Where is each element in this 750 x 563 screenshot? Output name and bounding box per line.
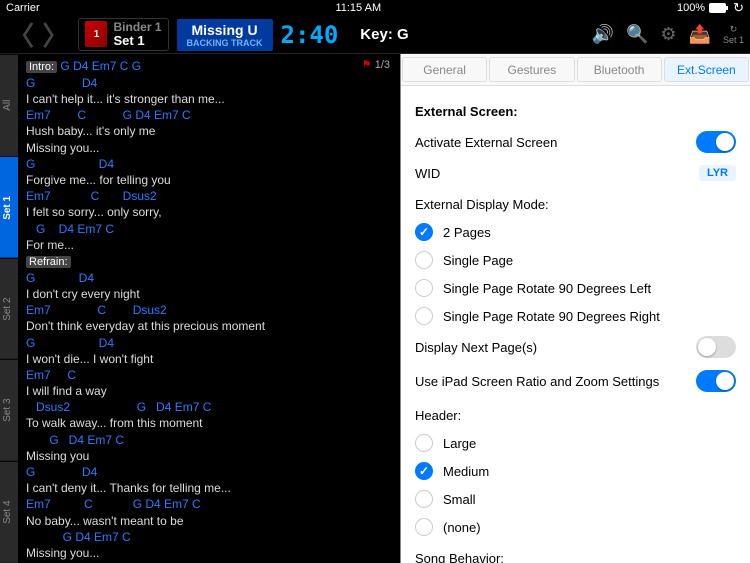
header-size-option-2[interactable]: Small xyxy=(415,485,736,513)
header-size-option-1[interactable]: Medium xyxy=(415,457,736,485)
radio-label: Small xyxy=(443,492,476,507)
next-page-label: Display Next Page(s) xyxy=(415,340,537,355)
radio-icon xyxy=(415,434,433,452)
display-mode-option-0[interactable]: 2 Pages xyxy=(415,218,736,246)
sidetab-set-4[interactable]: Set 4 xyxy=(0,461,18,563)
radio-icon xyxy=(415,251,433,269)
radio-label: Single Page Rotate 90 Degrees Left xyxy=(443,281,651,296)
refresh-icon: ↻ xyxy=(733,0,744,16)
radio-icon xyxy=(415,307,433,325)
radio-icon xyxy=(415,223,433,241)
page-indicator: ⚑ 1/3 xyxy=(362,58,390,73)
radio-label: (none) xyxy=(443,520,481,535)
radio-icon xyxy=(415,490,433,508)
song-subtitle: BACKING TRACK xyxy=(187,38,263,48)
ratio-toggle[interactable] xyxy=(696,370,736,392)
radio-label: Single Page Rotate 90 Degrees Right xyxy=(443,309,660,324)
settings-icon[interactable]: ⚙ xyxy=(660,24,676,45)
radio-icon xyxy=(415,462,433,480)
battery-label: 100% xyxy=(677,2,705,14)
top-bar: 〈 〉 1 Binder 1 Set 1 Missing U BACKING T… xyxy=(0,16,750,54)
song-time: 2:40 xyxy=(281,21,339,49)
external-screen-header: External Screen: xyxy=(415,104,736,119)
header-size-option-0[interactable]: Large xyxy=(415,429,736,457)
nav-arrows: 〈 〉 xyxy=(6,16,70,53)
panel-tabs: GeneralGesturesBluetoothExt.Screen xyxy=(401,54,750,86)
next-song-button[interactable]: 〉 xyxy=(42,21,68,51)
display-mode-option-3[interactable]: Single Page Rotate 90 Degrees Right xyxy=(415,302,736,330)
radio-label: 2 Pages xyxy=(443,225,491,240)
sidetab-all[interactable]: All xyxy=(0,54,18,156)
battery-icon xyxy=(709,3,729,13)
radio-icon xyxy=(415,518,433,536)
binder-selector[interactable]: 1 Binder 1 Set 1 xyxy=(78,18,168,51)
header-size-option-3[interactable]: (none) xyxy=(415,513,736,541)
display-mode-option-2[interactable]: Single Page Rotate 90 Degrees Left xyxy=(415,274,736,302)
volume-icon[interactable]: 🔊 xyxy=(592,24,614,45)
binder-name: Binder 1 xyxy=(113,21,161,34)
set-arrow-icon: ↻ xyxy=(730,24,738,35)
settings-panel: GeneralGesturesBluetoothExt.Screen Exter… xyxy=(400,54,750,563)
radio-icon xyxy=(415,279,433,297)
binder-icon: 1 xyxy=(85,21,107,47)
behavior-label: Song Behavior: xyxy=(415,551,736,563)
tab-general[interactable]: General xyxy=(402,57,487,82)
prev-song-button[interactable]: 〈 xyxy=(8,21,34,51)
sidetab-set-3[interactable]: Set 3 xyxy=(0,359,18,461)
clock: 11:15 AM xyxy=(335,2,381,14)
search-icon[interactable]: 🔍 xyxy=(626,24,648,45)
binder-set: Set 1 xyxy=(113,34,161,48)
carrier-label: Carrier xyxy=(6,2,40,14)
radio-label: Large xyxy=(443,436,476,451)
activate-label: Activate External Screen xyxy=(415,135,557,150)
ratio-label: Use iPad Screen Ratio and Zoom Settings xyxy=(415,374,659,389)
activate-toggle[interactable] xyxy=(696,131,736,153)
status-bar: Carrier 11:15 AM 100% ↻ xyxy=(0,0,750,16)
tab-gestures[interactable]: Gestures xyxy=(489,57,574,82)
display-mode-option-1[interactable]: Single Page xyxy=(415,246,736,274)
song-title: Missing U xyxy=(187,22,263,38)
tab-bluetooth[interactable]: Bluetooth xyxy=(577,57,662,82)
song-key: Key: G xyxy=(360,26,408,43)
header-label: Header: xyxy=(415,408,736,423)
lyrics-view[interactable]: ⚑ 1/3 Intro: G D4 Em7 C GG D4I can't hel… xyxy=(18,54,400,563)
tab-ext-screen[interactable]: Ext.Screen xyxy=(664,57,749,82)
set-right-label: Set 1 xyxy=(723,35,744,45)
panel-body: External Screen: Activate External Scree… xyxy=(401,86,750,563)
wid-value[interactable]: LYR xyxy=(699,165,736,181)
set-indicator[interactable]: ↻ Set 1 xyxy=(723,24,744,45)
radio-label: Single Page xyxy=(443,253,513,268)
sidetab-set-1[interactable]: Set 1 xyxy=(0,156,18,258)
song-box[interactable]: Missing U BACKING TRACK xyxy=(177,19,273,51)
radio-label: Medium xyxy=(443,464,489,479)
mode-label: External Display Mode: xyxy=(415,197,736,212)
side-tabs: AllSet 1Set 2Set 3Set 4 xyxy=(0,54,18,563)
sidetab-set-2[interactable]: Set 2 xyxy=(0,258,18,360)
wid-label: WID xyxy=(415,166,440,181)
share-icon[interactable]: 📤 xyxy=(689,24,711,45)
next-page-toggle[interactable] xyxy=(696,336,736,358)
